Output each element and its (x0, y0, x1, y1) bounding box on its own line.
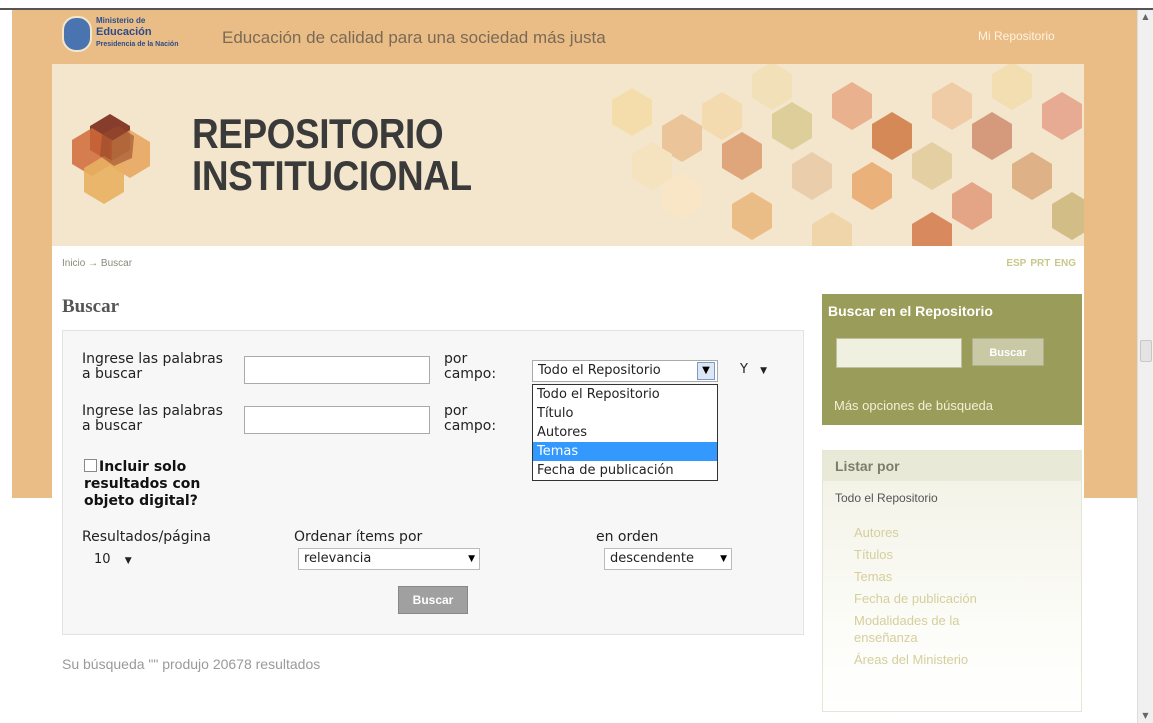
dropdown-option[interactable]: Todo el Repositorio (533, 385, 717, 404)
browse-link-fecha[interactable]: Fecha de publicación (854, 590, 1014, 607)
logo-line-2: Educación (96, 26, 152, 38)
breadcrumb-arrow: → (88, 258, 99, 269)
order-select-value: descendente (610, 551, 694, 566)
digital-only-option[interactable]: Incluir solo resultados con objeto digit… (84, 459, 244, 510)
header-tagline: Educación de calidad para una sociedad m… (222, 28, 606, 47)
results-per-page-label: Resultados/página (82, 529, 211, 545)
lang-prt-link[interactable]: PRT (1030, 258, 1050, 269)
digital-only-checkbox[interactable] (84, 459, 97, 472)
browse-link-temas[interactable]: Temas (854, 568, 1014, 585)
logo-line-1: Ministerio de (96, 16, 146, 25)
order-select[interactable]: descendente ▼ (604, 548, 732, 570)
sort-select-value: relevancia (304, 551, 372, 566)
field-label-1: por campo: (444, 351, 497, 382)
lang-eng-link[interactable]: ENG (1054, 258, 1076, 269)
sidebar-browse-box: Listar por Todo el Repositorio Autores T… (822, 450, 1082, 712)
browse-link-modalidades[interactable]: Modalidades de la enseñanza (854, 612, 1014, 646)
chevron-down-icon: ▼ (760, 366, 768, 376)
chevron-down-icon: ▼ (468, 554, 475, 564)
dropdown-option-highlighted[interactable]: Temas (533, 442, 717, 461)
query-label-2: Ingrese las palabras a buscar (82, 403, 223, 434)
results-per-page-select[interactable]: 10 ▼ (94, 552, 132, 567)
browse-scope: Todo el Repositorio (835, 491, 938, 505)
language-switcher: ESP PRT ENG (1002, 258, 1076, 269)
browse-title: Listar por (823, 451, 1081, 481)
chevron-down-icon: ▼ (124, 556, 132, 566)
sidebar-search-title: Buscar en el Repositorio (828, 303, 993, 319)
lang-esp-link[interactable]: ESP (1006, 258, 1026, 269)
scroll-up-icon[interactable]: ▲ (1138, 10, 1153, 24)
sort-label: Ordenar ítems por (294, 529, 423, 545)
browse-link-titulos[interactable]: Títulos (854, 546, 1014, 563)
field-label-2: por campo: (444, 403, 497, 434)
breadcrumb-home-link[interactable]: Inicio (62, 258, 85, 269)
banner-title-line-2: INSTITUCIONAL (192, 152, 472, 199)
breadcrumb-bar: Inicio → Buscar ESP PRT ENG (52, 246, 1084, 283)
repository-banner: REPOSITORIO INSTITUCIONAL (52, 64, 1084, 246)
sidebar-search-box: Buscar en el Repositorio Buscar Más opci… (822, 294, 1082, 425)
main-content: Buscar Ingrese las palabras a buscar por… (52, 282, 1084, 722)
order-label: en orden (596, 529, 659, 545)
more-search-options-link[interactable]: Más opciones de búsqueda (834, 398, 993, 413)
breadcrumb: Inicio → Buscar (62, 258, 132, 269)
browse-link-autores[interactable]: Autores (854, 524, 1014, 541)
logo-line-3: Presidencia de la Nación (96, 41, 179, 48)
chevron-down-icon[interactable]: ▼ (697, 362, 715, 380)
sidebar-search-button[interactable]: Buscar (972, 338, 1044, 366)
coat-of-arms-icon (62, 16, 92, 52)
ministry-logo[interactable]: Ministerio de Educación Presidencia de l… (60, 14, 216, 59)
browse-link-areas[interactable]: Áreas del Ministerio (854, 651, 1014, 668)
page-title: Buscar (62, 296, 119, 317)
query-input-2[interactable] (244, 406, 430, 434)
results-summary: Su búsqueda "" produjo 20678 resultados (62, 656, 321, 672)
query-label-1: Ingrese las palabras a buscar (82, 351, 223, 382)
conjunction-select[interactable]: Y ▼ (740, 362, 767, 377)
sort-select[interactable]: relevancia ▼ (298, 548, 480, 570)
vertical-scrollbar[interactable]: ▲ ▼ (1137, 10, 1153, 723)
scroll-down-icon[interactable]: ▼ (1138, 709, 1153, 723)
query-input-1[interactable] (244, 356, 430, 384)
banner-title-line-1: REPOSITORIO (192, 110, 444, 157)
results-per-page-value: 10 (94, 552, 111, 567)
search-submit-button[interactable]: Buscar (398, 586, 468, 614)
field-select-1[interactable]: Todo el Repositorio ▼ (532, 360, 718, 382)
mi-repositorio-link[interactable]: Mi Repositorio (978, 29, 1055, 43)
scrollbar-thumb[interactable] (1140, 340, 1152, 362)
sidebar-search-input[interactable] (836, 338, 962, 368)
digital-only-label: Incluir solo resultados con objeto digit… (84, 459, 201, 509)
conjunction-select-value: Y (740, 362, 748, 377)
browse-list: Autores Títulos Temas Fecha de publicaci… (854, 524, 1014, 673)
field-select-1-value: Todo el Repositorio (538, 363, 661, 378)
chevron-down-icon: ▼ (720, 554, 727, 564)
dropdown-option[interactable]: Título (533, 404, 717, 423)
dropdown-option[interactable]: Fecha de publicación (533, 461, 717, 480)
field-dropdown-list[interactable]: Todo el Repositorio Título Autores Temas… (532, 384, 718, 481)
dropdown-option[interactable]: Autores (533, 423, 717, 442)
breadcrumb-current: Buscar (100, 258, 133, 269)
